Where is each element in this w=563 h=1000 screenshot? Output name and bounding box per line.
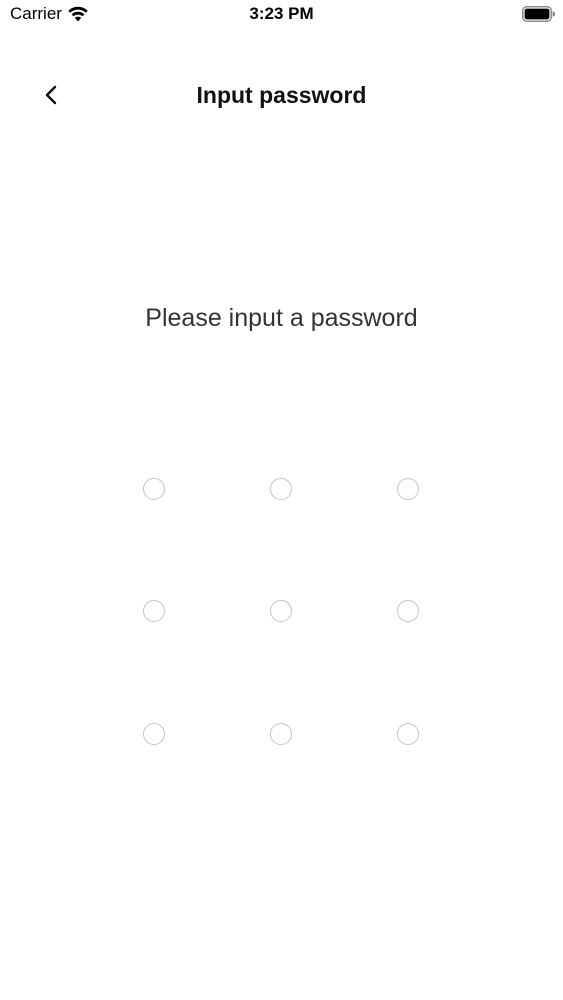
- pattern-node-9[interactable]: [397, 723, 419, 745]
- pattern-node-6[interactable]: [397, 600, 419, 622]
- pattern-lock-grid[interactable]: [0, 0, 563, 1000]
- status-bar: Carrier 3:23 PM: [0, 0, 563, 30]
- navigation-bar: Input password: [0, 68, 563, 122]
- pattern-node-7[interactable]: [143, 723, 165, 745]
- pattern-node-4[interactable]: [143, 600, 165, 622]
- pattern-node-3[interactable]: [397, 478, 419, 500]
- battery-full-icon: [522, 6, 555, 22]
- pattern-node-1[interactable]: [143, 478, 165, 500]
- password-prompt: Please input a password: [145, 304, 418, 332]
- pattern-node-2[interactable]: [270, 478, 292, 500]
- pattern-node-8[interactable]: [270, 723, 292, 745]
- page-title: Input password: [196, 82, 367, 108]
- pattern-node-5[interactable]: [270, 600, 292, 622]
- status-time: 3:23 PM: [249, 4, 314, 23]
